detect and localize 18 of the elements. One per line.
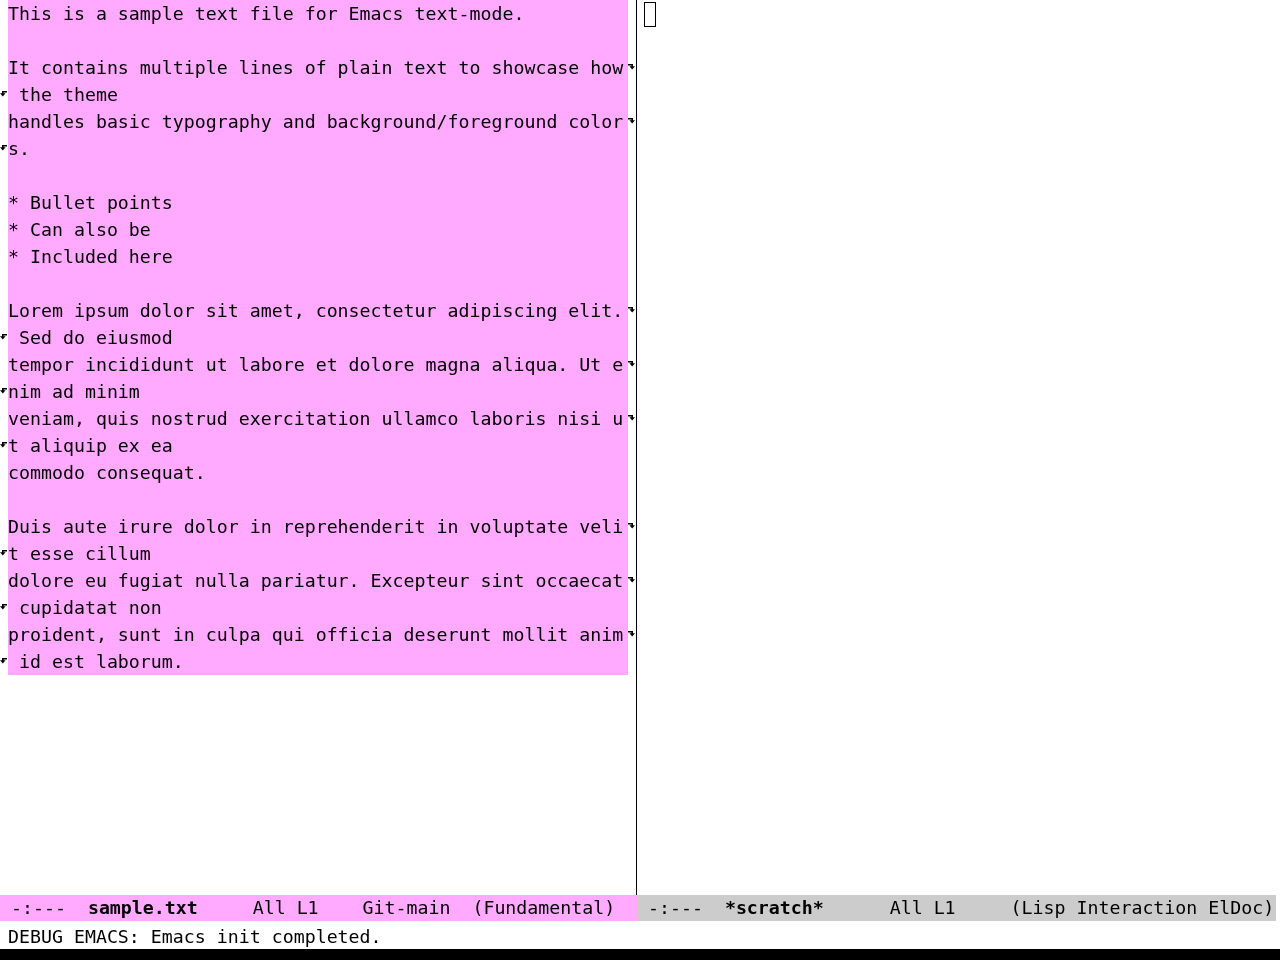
modified-status: -:--- — [648, 896, 704, 920]
buffer-name: *scratch* — [724, 896, 825, 920]
echo-area-message: DEBUG EMACS: Emacs init completed. — [7, 925, 383, 949]
wrap-arrow-icon — [0, 333, 7, 341]
major-mode: (Fundamental) — [472, 896, 616, 920]
wrap-arrow-icon — [0, 603, 7, 611]
wrap-arrow-icon — [0, 441, 7, 449]
wrap-arrow-icon — [0, 387, 7, 395]
buffer-name: sample.txt — [87, 896, 199, 920]
major-mode: (Lisp Interaction ElDoc) — [1010, 896, 1275, 920]
modified-status: -:--- — [11, 896, 67, 920]
wrap-arrow-icon — [0, 90, 7, 98]
wrap-arrow-icon — [0, 657, 7, 665]
buffer-position: All L1 — [252, 896, 320, 920]
vc-branch: Git-main — [362, 896, 452, 920]
wrap-arrow-icon — [0, 549, 7, 557]
buffer-position: All L1 — [889, 896, 957, 920]
wrap-arrow-icon — [0, 144, 7, 152]
